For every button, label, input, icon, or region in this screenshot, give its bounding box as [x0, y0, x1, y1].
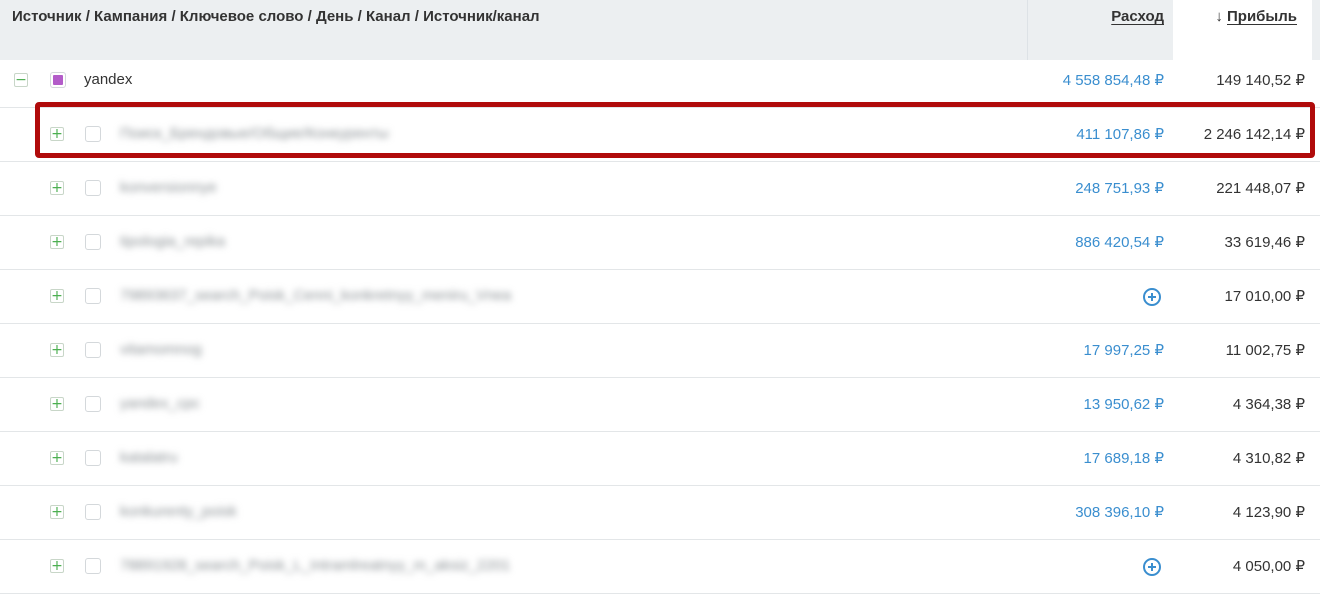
row-profit: 221 448,07 ₽	[1216, 180, 1305, 197]
row-checkbox[interactable]	[85, 288, 101, 304]
expand-icon[interactable]: +	[50, 559, 64, 573]
sort-descending-icon: ↓	[1215, 8, 1223, 25]
row-campaign-name: yandex_cpc	[120, 395, 201, 412]
table-row: + Поиск_Брендовые/Общие/Конкуренты 411 1…	[0, 108, 1320, 162]
row-checkbox[interactable]	[50, 72, 66, 88]
expand-icon[interactable]: +	[50, 343, 64, 357]
expand-icon[interactable]: +	[50, 397, 64, 411]
row-expense-link[interactable]: 4 558 854,48 ₽	[1063, 71, 1164, 89]
row-profit: 4 364,38 ₽	[1232, 396, 1305, 413]
row-profit: 149 140,52 ₽	[1216, 72, 1305, 89]
row-campaign-name: vitamomnog	[120, 341, 202, 358]
table-row: + konversionnye 248 751,93 ₽ 221 448,07 …	[0, 162, 1320, 216]
expense-column-header[interactable]: Расход	[1111, 8, 1164, 25]
row-profit: 17 010,00 ₽	[1224, 288, 1305, 305]
row-expense-link[interactable]: 411 107,86 ₽	[1076, 125, 1164, 143]
profit-column-label: Прибыль	[1227, 8, 1297, 25]
grouping-title[interactable]: Источник / Кампания / Ключевое слово / Д…	[12, 8, 540, 25]
row-checkbox[interactable]	[85, 342, 101, 358]
row-campaign-name: tipologia_repika	[120, 233, 226, 250]
report-table: Источник / Кампания / Ключевое слово / Д…	[0, 0, 1320, 596]
row-expense-link[interactable]: 17 689,18 ₽	[1084, 449, 1164, 467]
table-row: − yandex 4 558 854,48 ₽ 149 140,52 ₽	[0, 54, 1320, 108]
row-campaign-name: konversionnye	[120, 179, 217, 196]
expand-icon[interactable]: +	[50, 451, 64, 465]
row-checkbox[interactable]	[85, 180, 101, 196]
table-header: Источник / Кампания / Ключевое слово / Д…	[0, 0, 1320, 60]
row-campaign-name: katalatru	[120, 449, 178, 466]
row-profit: 4 050,00 ₽	[1232, 558, 1305, 575]
row-checkbox[interactable]	[85, 396, 101, 412]
expand-icon[interactable]: +	[50, 505, 64, 519]
row-checkbox[interactable]	[85, 558, 101, 574]
table-row: + 79893637_search_Poisk_Cenni_konkretnyy…	[0, 270, 1320, 324]
row-profit: 11 002,75 ₽	[1225, 342, 1305, 359]
row-profit: 4 310,82 ₽	[1232, 450, 1305, 467]
row-expense-link[interactable]: 248 751,93 ₽	[1075, 179, 1164, 197]
collapse-icon[interactable]: −	[14, 73, 28, 87]
table-row: + yandex_cpc 13 950,62 ₽ 4 364,38 ₽	[0, 378, 1320, 432]
row-checkbox[interactable]	[85, 504, 101, 520]
expand-icon[interactable]: +	[50, 289, 64, 303]
row-campaign-name: konkurenty_poisk	[120, 503, 237, 520]
table-row: + konkurenty_poisk 308 396,10 ₽ 4 123,90…	[0, 486, 1320, 540]
scrollbar-track[interactable]	[1312, 0, 1320, 60]
add-expense-icon[interactable]	[1143, 558, 1161, 576]
row-campaign-name: 78891928_search_Poisk_L_Intramlreatnyy_m…	[120, 557, 511, 574]
profit-column-header-cell: ↓ Прибыль	[1173, 0, 1312, 60]
column-separator	[1027, 0, 1028, 60]
row-campaign-name: 79893637_search_Poisk_Cenni_konkretnyy_m…	[120, 287, 512, 304]
expand-icon[interactable]: +	[50, 181, 64, 195]
profit-column-header[interactable]: ↓ Прибыль	[1215, 8, 1297, 25]
table-row: + vitamomnog 17 997,25 ₽ 11 002,75 ₽	[0, 324, 1320, 378]
table-row: + 78891928_search_Poisk_L_Intramlreatnyy…	[0, 540, 1320, 594]
add-expense-icon[interactable]	[1143, 288, 1161, 306]
row-profit: 33 619,46 ₽	[1224, 234, 1305, 251]
row-expense-link[interactable]: 886 420,54 ₽	[1075, 233, 1164, 251]
row-campaign-name: Поиск_Брендовые/Общие/Конкуренты	[120, 125, 389, 142]
row-profit: 2 246 142,14 ₽	[1203, 126, 1305, 143]
row-profit: 4 123,90 ₽	[1232, 504, 1305, 521]
table-row: + tipologia_repika 886 420,54 ₽ 33 619,4…	[0, 216, 1320, 270]
row-checkbox[interactable]	[85, 450, 101, 466]
row-checkbox[interactable]	[85, 126, 101, 142]
row-expense-link[interactable]: 308 396,10 ₽	[1075, 503, 1164, 521]
row-expense-link[interactable]: 13 950,62 ₽	[1084, 395, 1164, 413]
expand-icon[interactable]: +	[50, 127, 64, 141]
row-source-name: yandex	[84, 71, 133, 88]
row-expense-link[interactable]: 17 997,25 ₽	[1084, 341, 1164, 359]
row-checkbox[interactable]	[85, 234, 101, 250]
table-row: + katalatru 17 689,18 ₽ 4 310,82 ₽	[0, 432, 1320, 486]
expand-icon[interactable]: +	[50, 235, 64, 249]
